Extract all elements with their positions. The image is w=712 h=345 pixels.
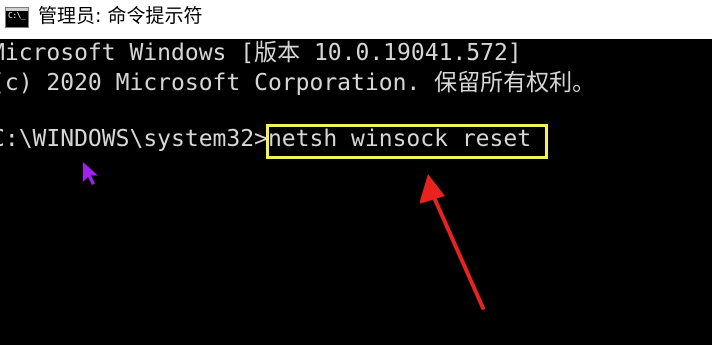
cmd-icon-label: C:\_ <box>8 11 26 20</box>
window-title: 管理员: 命令提示符 <box>38 5 203 27</box>
title-bar[interactable]: C:\_ 管理员: 命令提示符 <box>0 0 712 39</box>
console-line-copyright: (c) 2020 Microsoft Corporation. 保留所有权利。 <box>0 70 596 96</box>
console-prompt: C:\WINDOWS\system32> <box>0 126 268 152</box>
command-prompt-window: C:\_ 管理员: 命令提示符 Microsoft Windows [版本 10… <box>0 0 712 345</box>
command-highlight-box <box>266 124 548 159</box>
console-area[interactable]: Microsoft Windows [版本 10.0.19041.572] (c… <box>0 39 712 345</box>
cmd-icon: C:\_ <box>5 7 29 28</box>
mouse-cursor-icon <box>83 162 98 185</box>
red-arrow-annotation <box>420 174 485 310</box>
console-line-version: Microsoft Windows [版本 10.0.19041.572] <box>0 40 522 66</box>
